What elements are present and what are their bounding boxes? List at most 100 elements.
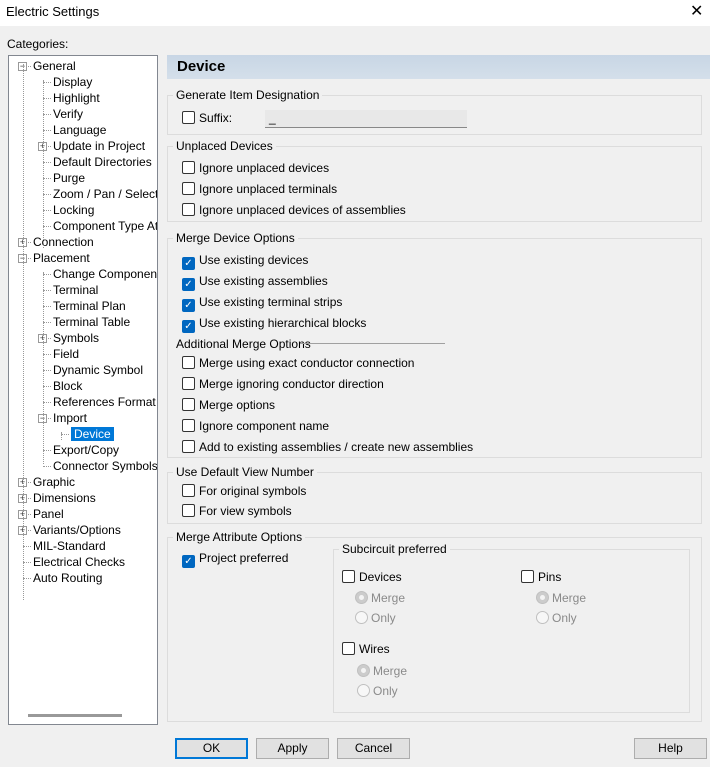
additional-merge-4-checkbox[interactable]: Add to existing assemblies / create new …: [182, 440, 473, 456]
tree-item[interactable]: Language: [53, 122, 106, 138]
tree-item[interactable]: Terminal Plan: [53, 298, 126, 314]
label: Merge options: [199, 398, 276, 412]
pins-merge-radio[interactable]: Merge: [536, 591, 586, 607]
categories-tree[interactable]: General − Display Highlight Verify Language Up…: [8, 55, 158, 725]
label: Merge: [373, 664, 408, 678]
tree-connector: [61, 434, 69, 435]
merge-1-checkbox[interactable]: ✓ Use existing assemblies: [182, 274, 328, 291]
tree-item[interactable]: Panel: [33, 506, 64, 522]
radio-icon: [357, 684, 370, 697]
horizontal-scrollbar[interactable]: [28, 714, 122, 717]
tree-item[interactable]: Symbols: [53, 330, 99, 346]
tree-item[interactable]: Device: [71, 426, 114, 442]
label: Merge: [371, 591, 406, 605]
checkbox-box: [342, 570, 355, 583]
checkbox-box: [342, 642, 355, 655]
merge-0-checkbox[interactable]: ✓ Use existing devices: [182, 253, 308, 270]
unplaced-2-checkbox[interactable]: Ignore unplaced devices of assemblies: [182, 203, 406, 219]
label: Suffix:: [199, 111, 233, 125]
label: For view symbols: [199, 504, 292, 518]
ok-button[interactable]: OK: [175, 738, 248, 759]
view-1-checkbox[interactable]: For view symbols: [182, 504, 292, 520]
radio-icon: [355, 611, 368, 624]
tree-item[interactable]: Zoom / Pan / Selectio: [53, 186, 157, 202]
radio-icon: [536, 591, 549, 604]
tree-item[interactable]: Terminal Table: [53, 314, 130, 330]
tree-item[interactable]: Connector Symbols: [53, 458, 157, 474]
tree-item[interactable]: Graphic: [33, 474, 75, 490]
cancel-button[interactable]: Cancel: [337, 738, 410, 759]
tree-connector: [43, 274, 51, 275]
devices-checkbox[interactable]: Devices: [342, 570, 402, 586]
unplaced-1-checkbox[interactable]: Ignore unplaced terminals: [182, 182, 337, 198]
view-0-checkbox[interactable]: For original symbols: [182, 484, 306, 500]
tree-item[interactable]: Locking: [53, 202, 94, 218]
checkbox-box: [182, 504, 195, 517]
unplaced-0-checkbox[interactable]: Ignore unplaced devices: [182, 161, 329, 177]
tree-item[interactable]: Default Directories: [53, 154, 152, 170]
tree-connector: [43, 386, 51, 387]
tree-item[interactable]: MIL-Standard: [33, 538, 106, 554]
label: For original symbols: [199, 484, 307, 498]
tree-item[interactable]: Highlight: [53, 90, 100, 106]
tree-item-label: Dimensions: [33, 491, 96, 505]
tree-item[interactable]: Update in Project: [53, 138, 145, 154]
wires-merge-radio[interactable]: Merge: [357, 664, 407, 680]
project-preferred-checkbox[interactable]: ✓ Project preferred: [182, 551, 289, 568]
tree-item[interactable]: Change Component: [53, 266, 157, 282]
label: Merge ignoring conductor direction: [199, 377, 384, 391]
close-icon[interactable]: ✕: [690, 1, 703, 21]
additional-merge-1-checkbox[interactable]: Merge ignoring conductor direction: [182, 377, 384, 393]
wires-checkbox[interactable]: Wires: [342, 642, 390, 658]
tree-item[interactable]: Electrical Checks: [33, 554, 125, 570]
tree-connector: [43, 322, 51, 323]
additional-merge-2-checkbox[interactable]: Merge options: [182, 398, 275, 414]
wires-only-radio[interactable]: Only: [357, 684, 398, 700]
tree-item-label: Language: [53, 123, 107, 137]
pins-only-radio[interactable]: Only: [536, 611, 577, 627]
additional-merge-0-checkbox[interactable]: Merge using exact conductor connection: [182, 356, 414, 372]
apply-button[interactable]: Apply: [256, 738, 329, 759]
label: Wires: [359, 642, 390, 656]
tree-item-label: Terminal: [53, 283, 99, 297]
merge-2-checkbox[interactable]: ✓ Use existing terminal strips: [182, 295, 342, 312]
suffix-input[interactable]: _: [265, 110, 467, 128]
tree-item[interactable]: Verify: [53, 106, 83, 122]
tree-item[interactable]: Field: [53, 346, 79, 362]
tree-item[interactable]: Export/Copy: [53, 442, 119, 458]
tree-item[interactable]: Dynamic Symbol: [53, 362, 143, 378]
tree-item[interactable]: Component Type Attri: [53, 218, 157, 234]
tree-connector: [43, 272, 44, 464]
tree-item-label: Highlight: [53, 91, 100, 105]
help-button[interactable]: Help: [634, 738, 707, 759]
tree-connector: [43, 82, 51, 83]
tree-item[interactable]: Dimensions: [33, 490, 96, 506]
tree-item-label: Locking: [53, 203, 95, 217]
suffix-checkbox[interactable]: Suffix:: [182, 111, 232, 127]
devices-only-radio[interactable]: Only: [355, 611, 396, 627]
tree-item[interactable]: Terminal: [53, 282, 98, 298]
additional-merge-3-checkbox[interactable]: Ignore component name: [182, 419, 329, 435]
tree-item-label: Default Directories: [53, 155, 152, 169]
label: Only: [552, 611, 577, 625]
tree-item[interactable]: Purge: [53, 170, 85, 186]
tree-item[interactable]: Variants/Options: [33, 522, 121, 538]
pins-checkbox[interactable]: Pins: [521, 570, 561, 586]
tree-item-label: Variants/Options: [33, 523, 121, 537]
tree-item-label: Export/Copy: [53, 443, 120, 457]
tree-item[interactable]: Auto Routing: [33, 570, 102, 586]
tree-item[interactable]: Import: [53, 410, 87, 426]
group-label: Unplaced Devices: [173, 139, 276, 153]
checkbox-box: [182, 182, 195, 195]
tree-item-label: Electrical Checks: [33, 555, 126, 569]
label: Project preferred: [199, 551, 289, 565]
group-label: Subcircuit preferred: [339, 542, 450, 556]
tree-item[interactable]: Display: [53, 74, 92, 90]
checkbox-box: [182, 398, 195, 411]
tree-item[interactable]: General: [33, 58, 76, 74]
tree-item[interactable]: Block: [53, 378, 82, 394]
devices-merge-radio[interactable]: Merge: [355, 591, 405, 607]
tree-item[interactable]: References Format: [53, 394, 156, 410]
merge-3-checkbox[interactable]: ✓ Use existing hierarchical blocks: [182, 316, 366, 333]
tree-item[interactable]: Placement: [33, 250, 90, 266]
